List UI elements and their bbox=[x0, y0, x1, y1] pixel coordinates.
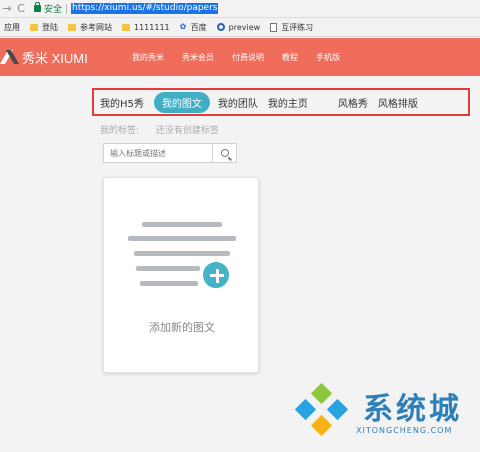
nav-mobile[interactable]: 手机版 bbox=[316, 52, 340, 63]
url-field[interactable]: https://xiumi.us/#/studio/papers bbox=[71, 3, 219, 14]
bookmark-preview[interactable]: preview bbox=[216, 22, 261, 32]
nav-pricing[interactable]: 付费说明 bbox=[232, 52, 264, 63]
bookmark-label: 百度 bbox=[190, 22, 207, 32]
search-button[interactable] bbox=[212, 144, 236, 162]
folder-icon bbox=[68, 23, 76, 31]
text-line bbox=[140, 281, 198, 286]
watermark-logo-icon bbox=[310, 382, 333, 405]
watermark-title: 系统城 bbox=[363, 392, 462, 427]
folder-icon bbox=[30, 23, 38, 31]
folder-icon bbox=[122, 23, 130, 31]
watermark-domain: XITONGCHENG.COM bbox=[356, 426, 453, 435]
search-icon bbox=[220, 149, 229, 157]
tab-my-team[interactable]: 我的团队 bbox=[218, 95, 258, 110]
add-article-card[interactable]: 添加新的图文 bbox=[103, 177, 259, 373]
tab-my-homepage[interactable]: 我的主页 bbox=[268, 95, 308, 110]
tab-style-layout[interactable]: 风格排版 bbox=[378, 95, 418, 110]
search-input[interactable] bbox=[104, 144, 212, 162]
tab-my-h5[interactable]: 我的H5秀 bbox=[100, 95, 144, 110]
divider bbox=[66, 3, 68, 14]
watermark-logo-icon bbox=[326, 398, 349, 421]
watermark-logo-icon bbox=[310, 414, 333, 437]
bookmark-label: 互评练习 bbox=[281, 22, 314, 32]
xiumi-logo[interactable]: 秀米 XIUMI bbox=[0, 48, 112, 67]
watermark-logo-icon bbox=[294, 398, 317, 421]
text-line bbox=[134, 251, 230, 256]
text-line bbox=[128, 236, 236, 241]
tags-line: 我的标签: 还没有创建标签 bbox=[100, 123, 233, 136]
search-box bbox=[103, 143, 237, 163]
text-line bbox=[142, 222, 222, 227]
logo-text: 秀米 XIUMI bbox=[22, 50, 88, 66]
nav-membership[interactable]: 秀米会员 bbox=[182, 52, 214, 63]
page-icon bbox=[270, 22, 278, 32]
bookmark-baidu[interactable]: ✿ 百度 bbox=[180, 22, 207, 33]
secure-label: 安全 bbox=[44, 5, 63, 15]
bookmark-label: 1111111 bbox=[134, 22, 170, 32]
tab-style-show[interactable]: 风格秀 bbox=[338, 95, 368, 110]
text-line bbox=[136, 266, 200, 271]
forward-icon[interactable]: → bbox=[0, 2, 14, 15]
bookmark-label: 参考网站 bbox=[80, 22, 112, 32]
bookmark-login[interactable]: 登陆 bbox=[30, 22, 58, 33]
add-article-label: 添加新的图文 bbox=[149, 321, 215, 334]
bookmark-peer-review[interactable]: 互评练习 bbox=[270, 22, 313, 33]
bookmarks-bar: 应用 登陆 参考网站 1111111 ✿ 百度 preview 互评练习 bbox=[0, 18, 480, 37]
bookmark-1111111[interactable]: 1111111 bbox=[122, 23, 170, 32]
nav-my-xiumi[interactable]: 我的秀米 bbox=[132, 52, 164, 63]
bookmark-label: preview bbox=[228, 22, 261, 32]
address-bar: → C 安全 https://xiumi.us/#/studio/papers bbox=[0, 0, 480, 18]
studio-tabs: 我的H5秀 我的图文 我的团队 我的主页 风格秀 风格排版 bbox=[92, 88, 470, 116]
security-indicator[interactable]: 安全 bbox=[34, 2, 62, 15]
bookmark-label: 登陆 bbox=[42, 22, 58, 32]
reload-icon[interactable]: C bbox=[14, 2, 28, 15]
bookmark-reference[interactable]: 参考网站 bbox=[68, 22, 112, 33]
add-icon bbox=[201, 260, 231, 290]
main-nav: 我的秀米 秀米会员 付费说明 教程 手机版 bbox=[132, 52, 358, 63]
lock-icon bbox=[34, 2, 41, 12]
nav-tutorial[interactable]: 教程 bbox=[282, 52, 298, 63]
site-header: 秀米 XIUMI 我的秀米 秀米会员 付费说明 教程 手机版 bbox=[0, 38, 480, 76]
baidu-paw-icon: ✿ bbox=[179, 22, 187, 31]
tab-my-articles[interactable]: 我的图文 bbox=[153, 91, 210, 113]
ring-icon bbox=[216, 23, 225, 31]
bookmark-apps[interactable]: 应用 bbox=[4, 22, 20, 33]
tags-label: 我的标签: bbox=[100, 126, 140, 136]
xiumi-logo-icon bbox=[0, 49, 20, 65]
watermark: 系统城 XITONGCHENG.COM bbox=[288, 378, 478, 452]
tags-empty-text: 还没有创建标签 bbox=[155, 126, 219, 136]
